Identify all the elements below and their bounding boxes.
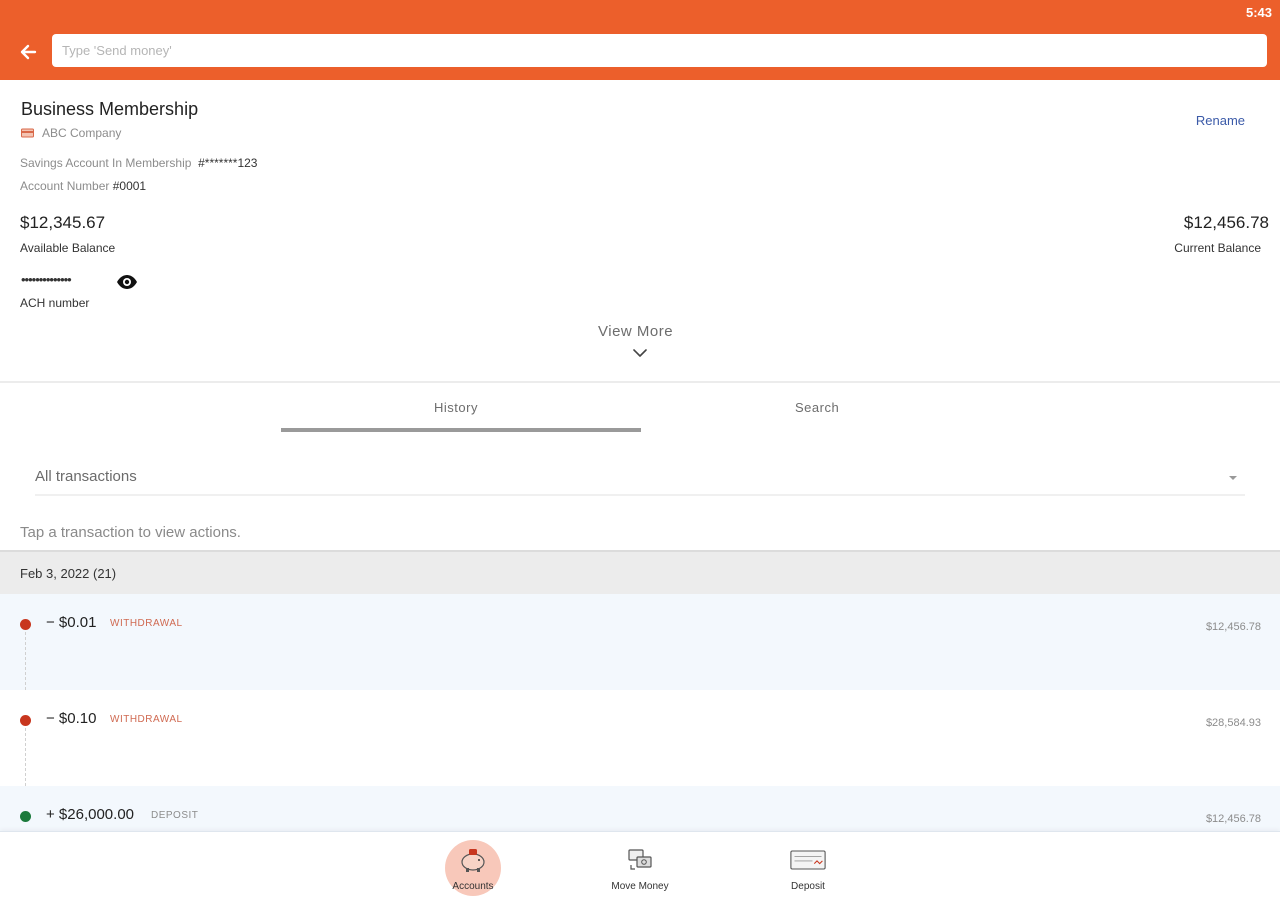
available-balance-value: $12,345.67 xyxy=(20,213,106,232)
savings-account-number: #*******123 xyxy=(198,156,258,170)
transaction-type: WITHDRAWAL xyxy=(110,714,183,725)
transaction-amount: − $0.01 xyxy=(46,614,97,631)
chevron-down-icon[interactable] xyxy=(631,346,649,364)
ach-number-masked: •••••••••••••• xyxy=(21,272,72,287)
withdrawal-status-dot xyxy=(20,619,31,630)
timeline-line xyxy=(25,632,26,690)
withdrawal-status-dot xyxy=(20,715,31,726)
search-input[interactable] xyxy=(52,34,1267,67)
transaction-running-balance: $28,584.93 xyxy=(1205,717,1261,729)
ach-number-label: ACH number xyxy=(20,296,90,310)
transaction-amount: − $0.10 xyxy=(46,710,97,727)
date-group-label: Feb 3, 2022 (21) xyxy=(20,566,117,581)
available-balance-label: Available Balance xyxy=(20,241,116,255)
transaction-row[interactable]: − $0.01 WITHDRAWAL $12,456.78 xyxy=(0,594,1280,690)
show-ach-button[interactable] xyxy=(116,274,138,295)
transaction-type: WITHDRAWAL xyxy=(110,618,183,629)
arrow-left-icon xyxy=(20,44,37,60)
account-title: Business Membership xyxy=(21,99,199,119)
savings-account-label: Savings Account In Membership xyxy=(20,156,192,170)
account-number-line: Account Number #0001 xyxy=(20,179,146,193)
savings-account-line: Savings Account In Membership #*******12… xyxy=(20,156,257,170)
nav-move-money-label: Move Money xyxy=(611,881,669,892)
bank-icon xyxy=(21,128,34,138)
nav-move-money[interactable]: Move Money xyxy=(595,832,685,900)
view-more-button[interactable]: View More xyxy=(598,323,673,340)
section-divider xyxy=(0,381,1280,383)
company-row: ABC Company xyxy=(21,126,121,140)
transaction-type: DEPOSIT xyxy=(151,810,199,821)
transaction-filter-select[interactable]: All transactions xyxy=(35,462,1245,496)
transaction-running-balance: $12,456.78 xyxy=(1205,813,1261,825)
tab-history[interactable]: History xyxy=(434,400,478,415)
nav-deposit[interactable]: Deposit xyxy=(763,832,853,900)
timeline-line xyxy=(25,728,26,786)
eye-icon xyxy=(117,275,137,289)
active-tab-indicator xyxy=(281,428,641,432)
check-deposit-icon xyxy=(790,844,826,876)
tab-search[interactable]: Search xyxy=(795,400,839,415)
app-header: 5:43 xyxy=(0,0,1280,80)
back-button[interactable] xyxy=(14,38,42,66)
account-number-label: Account Number xyxy=(20,179,110,193)
company-name: ABC Company xyxy=(42,126,122,140)
current-balance-value: $12,456.78 xyxy=(1183,213,1269,232)
filter-selected-value: All transactions xyxy=(35,468,137,485)
nav-accounts-label: Accounts xyxy=(452,881,494,892)
date-group-header: Feb 3, 2022 (21) xyxy=(0,550,1280,594)
nav-deposit-label: Deposit xyxy=(791,881,825,892)
bottom-navigation: Accounts Move Money Deposit xyxy=(0,831,1280,900)
transactions-hint: Tap a transaction to view actions. xyxy=(20,524,241,541)
status-clock: 5:43 xyxy=(1245,5,1272,20)
current-balance-label: Current Balance xyxy=(1174,241,1261,255)
transaction-amount: + $26,000.00 xyxy=(46,806,135,823)
piggy-bank-icon xyxy=(455,844,491,876)
account-number-value: #0001 xyxy=(112,179,147,193)
dropdown-caret-icon xyxy=(1229,476,1237,480)
rename-link[interactable]: Rename xyxy=(1196,113,1245,128)
deposit-status-dot xyxy=(20,811,31,822)
nav-accounts[interactable]: Accounts xyxy=(428,832,518,900)
money-transfer-icon xyxy=(622,844,658,876)
transaction-running-balance: $12,456.78 xyxy=(1205,621,1261,633)
transaction-row[interactable]: − $0.10 WITHDRAWAL $28,584.93 xyxy=(0,690,1280,786)
